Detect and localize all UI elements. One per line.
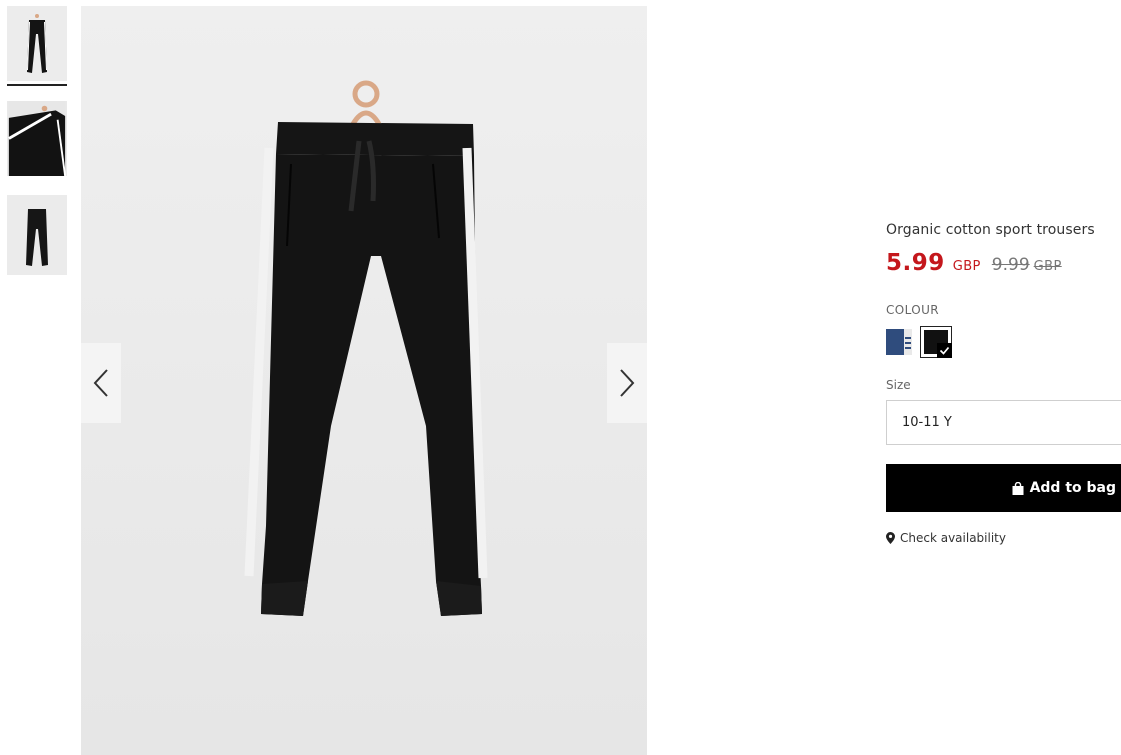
prev-image-button[interactable] — [81, 343, 121, 423]
thumbnail-back[interactable] — [7, 195, 67, 275]
location-pin-icon — [886, 532, 895, 544]
add-to-bag-label: Add to bag — [1029, 480, 1116, 496]
product-title: Organic cotton sport trousers — [886, 222, 1095, 238]
add-to-bag-button[interactable]: Add to bag — [886, 464, 1121, 512]
price-row: 5.99 GBP 9.99 GBP — [886, 250, 1121, 276]
size-label: Size — [886, 378, 911, 392]
swatch-black[interactable] — [920, 326, 952, 358]
checkmark-icon — [937, 343, 952, 358]
product-info: Organic cotton sport trousers 5.99 GBP 9… — [886, 222, 1121, 545]
thumbnail-detail[interactable] — [7, 101, 67, 176]
colour-label: COLOUR — [886, 303, 940, 317]
next-image-button[interactable] — [607, 343, 647, 423]
size-select[interactable]: 10-11 Y — [886, 400, 1121, 445]
shopping-bag-icon — [1012, 481, 1024, 495]
chevron-left-icon — [93, 369, 108, 397]
chevron-right-icon — [620, 369, 635, 397]
check-availability-link[interactable]: Check availability — [886, 531, 1121, 545]
product-image — [81, 6, 647, 755]
check-availability-label: Check availability — [900, 531, 1006, 545]
colour-swatches — [886, 325, 1121, 359]
thumbnail-front[interactable] — [7, 6, 67, 81]
active-thumbnail-indicator — [7, 84, 67, 86]
original-currency: GBP — [1033, 259, 1062, 274]
original-price: 9.99 — [991, 255, 1030, 275]
trousers-illustration — [81, 6, 647, 755]
swatch-navy[interactable] — [886, 329, 912, 355]
sale-currency: GBP — [952, 259, 981, 274]
sale-price: 5.99 — [886, 250, 945, 276]
